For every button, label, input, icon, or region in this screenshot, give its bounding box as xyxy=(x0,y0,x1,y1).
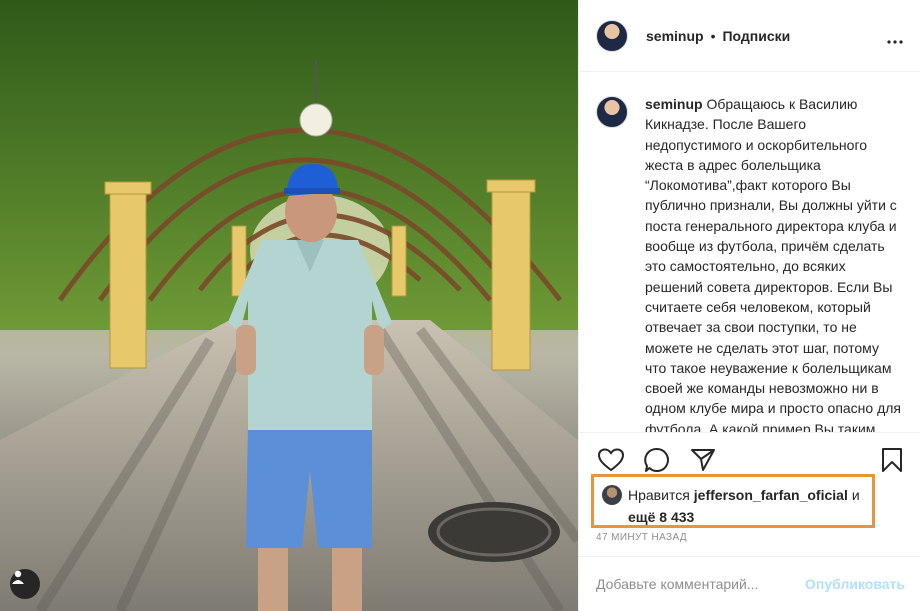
publish-button[interactable]: Опубликовать xyxy=(805,576,905,592)
liker-username[interactable]: jefferson_farfan_oficial xyxy=(694,487,848,503)
action-bar xyxy=(597,445,717,475)
post-photo[interactable] xyxy=(0,0,578,611)
caption-text-block: seminup Обращаюсь к Василию Кикнадзе. По… xyxy=(645,94,903,432)
bookmark-icon[interactable] xyxy=(878,446,906,474)
comment-input[interactable] xyxy=(596,576,806,592)
post-timestamp[interactable]: 47 МИНУТ НАЗАД xyxy=(596,532,687,543)
header-separator: • xyxy=(710,27,716,44)
caption-section: seminup Обращаюсь к Василию Кикнадзе. По… xyxy=(579,72,920,432)
caption-username[interactable]: seminup xyxy=(645,96,703,112)
caption-text: Обращаюсь к Василию Кикнадзе. После Ваше… xyxy=(645,96,902,432)
divider xyxy=(579,432,920,433)
post-photo-illustration xyxy=(0,0,578,611)
more-horizontal-icon[interactable] xyxy=(887,28,903,49)
likes-summary: Нравится jefferson_farfan_oficial и ещё … xyxy=(591,474,875,528)
liker-avatar[interactable] xyxy=(602,485,622,505)
caption-avatar[interactable] xyxy=(596,96,628,128)
share-icon[interactable] xyxy=(689,446,717,474)
likes-conj: и xyxy=(851,487,860,503)
likes-count[interactable]: ещё 8 433 xyxy=(628,509,864,525)
post-side-panel: seminup • Подписки seminup Обращаюсь к В… xyxy=(578,0,920,611)
likes-prefix: Нравится xyxy=(628,487,690,503)
heart-icon[interactable] xyxy=(597,446,625,474)
post-header: seminup • Подписки xyxy=(579,0,920,72)
avatar[interactable] xyxy=(596,19,628,52)
following-button[interactable]: Подписки xyxy=(722,28,790,44)
comment-icon[interactable] xyxy=(643,446,671,474)
header-username[interactable]: seminup xyxy=(646,28,704,44)
comment-bar: Опубликовать xyxy=(579,556,920,611)
tagged-user-icon[interactable] xyxy=(10,569,40,599)
